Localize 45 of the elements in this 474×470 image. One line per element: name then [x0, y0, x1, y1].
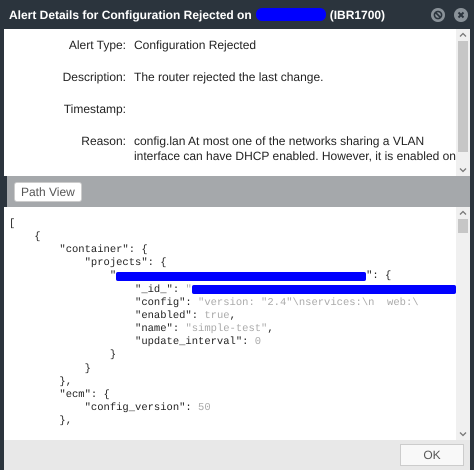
- code-text: "container": {: [58, 244, 148, 256]
- field-label: Reason:: [80, 134, 127, 150]
- code-text: ": [108, 270, 116, 282]
- code-value: true: [204, 310, 230, 322]
- scrollbar-thumb[interactable]: [458, 41, 468, 152]
- code-text: ": {: [366, 270, 392, 282]
- path-view-button[interactable]: Path View: [14, 182, 82, 202]
- code-text: ,: [267, 323, 274, 336]
- scrollbar[interactable]: [456, 207, 470, 440]
- code-value: ": [185, 284, 192, 296]
- code-text: "projects": {: [84, 257, 167, 270]
- code-text: },: [58, 376, 72, 388]
- code-value: "version: "2.4"\nservices:\n web:\: [198, 296, 419, 309]
- code-text: ,: [230, 310, 236, 322]
- code-value: 50: [198, 402, 211, 414]
- code-text: "_id_":: [134, 284, 180, 296]
- code-text: "update_interval":: [134, 336, 250, 348]
- field-label: Alert Type:: [68, 38, 127, 54]
- code-value: 0: [254, 336, 262, 348]
- code-text: "name":: [134, 323, 180, 336]
- code-text: [: [9, 218, 16, 230]
- ok-button[interactable]: OK: [400, 444, 464, 466]
- field-label: Description:: [62, 70, 127, 86]
- field-label: Timestamp:: [62, 102, 127, 118]
- code-text: },: [58, 415, 72, 428]
- close-icon[interactable]: [454, 8, 468, 22]
- scrollbar[interactable]: [456, 29, 470, 176]
- field-value: Configuration Rejected: [134, 38, 256, 54]
- field-value: The router rejected the last change.: [134, 70, 324, 86]
- redaction-mark: [256, 8, 326, 21]
- code-text: "config_version":: [84, 402, 193, 414]
- code-text: "ecm": {: [58, 389, 110, 402]
- code-text: "config":: [134, 296, 193, 309]
- code-text: {: [33, 230, 41, 243]
- scroll-down-icon[interactable]: [458, 429, 468, 439]
- code-text: }: [108, 349, 116, 362]
- scrollbar-thumb[interactable]: [458, 219, 468, 233]
- code-text: }: [84, 362, 91, 375]
- field-value: config.lan At most one of the networks sharing a VLAN interface can have DHCP enabled. However, it is enabled on: [134, 134, 456, 164]
- window-title: Alert Details for Configuration Rejected on: [9, 8, 252, 22]
- window-title: (IBR1700): [330, 8, 386, 22]
- scroll-down-icon[interactable]: [458, 165, 468, 175]
- code-value: "simple-test": [185, 323, 268, 336]
- code-text: "enabled":: [134, 310, 200, 322]
- circle-slash-icon[interactable]: [431, 8, 445, 22]
